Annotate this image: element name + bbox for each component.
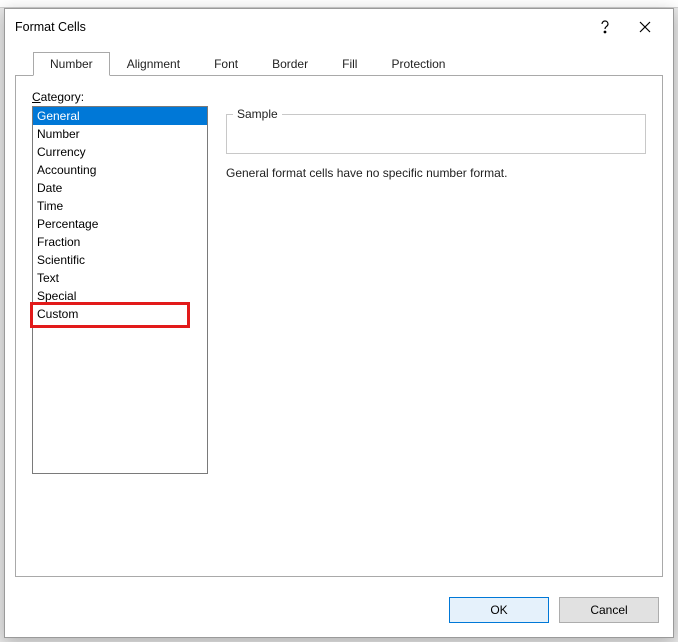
list-item[interactable]: Custom bbox=[33, 305, 207, 323]
category-listbox[interactable]: GeneralNumberCurrencyAccountingDateTimeP… bbox=[32, 106, 208, 474]
titlebar: Format Cells bbox=[5, 9, 673, 45]
button-bar: OK Cancel bbox=[5, 587, 673, 637]
format-description: General format cells have no specific nu… bbox=[226, 166, 646, 180]
right-column: Sample General format cells have no spec… bbox=[226, 106, 646, 486]
list-item[interactable]: General bbox=[33, 107, 207, 125]
tabstrip: Number Alignment Font Border Fill Protec… bbox=[33, 52, 663, 76]
tab-number[interactable]: Number bbox=[33, 52, 110, 76]
sample-box: Sample bbox=[226, 114, 646, 154]
list-item[interactable]: Time bbox=[33, 197, 207, 215]
list-item[interactable]: Currency bbox=[33, 143, 207, 161]
tab-protection[interactable]: Protection bbox=[374, 52, 462, 76]
category-label: Category: bbox=[32, 90, 646, 104]
list-item[interactable]: Percentage bbox=[33, 215, 207, 233]
list-item[interactable]: Date bbox=[33, 179, 207, 197]
list-item[interactable]: Special bbox=[33, 287, 207, 305]
help-button[interactable] bbox=[585, 13, 625, 41]
list-item[interactable]: Scientific bbox=[33, 251, 207, 269]
ok-button[interactable]: OK bbox=[449, 597, 549, 623]
tab-panel-number: Category: GeneralNumberCurrencyAccountin… bbox=[15, 75, 663, 577]
tab-border[interactable]: Border bbox=[255, 52, 325, 76]
tab-alignment[interactable]: Alignment bbox=[110, 52, 197, 76]
format-cells-dialog: Format Cells Number Alignment Font Borde… bbox=[4, 8, 674, 638]
cancel-button[interactable]: Cancel bbox=[559, 597, 659, 623]
list-item[interactable]: Number bbox=[33, 125, 207, 143]
list-item[interactable]: Fraction bbox=[33, 233, 207, 251]
list-item[interactable]: Text bbox=[33, 269, 207, 287]
close-button[interactable] bbox=[625, 13, 665, 41]
background-sheet bbox=[0, 0, 678, 8]
tab-fill[interactable]: Fill bbox=[325, 52, 374, 76]
sample-legend: Sample bbox=[233, 107, 282, 121]
list-item[interactable]: Accounting bbox=[33, 161, 207, 179]
tab-font[interactable]: Font bbox=[197, 52, 255, 76]
dialog-title: Format Cells bbox=[15, 20, 585, 34]
